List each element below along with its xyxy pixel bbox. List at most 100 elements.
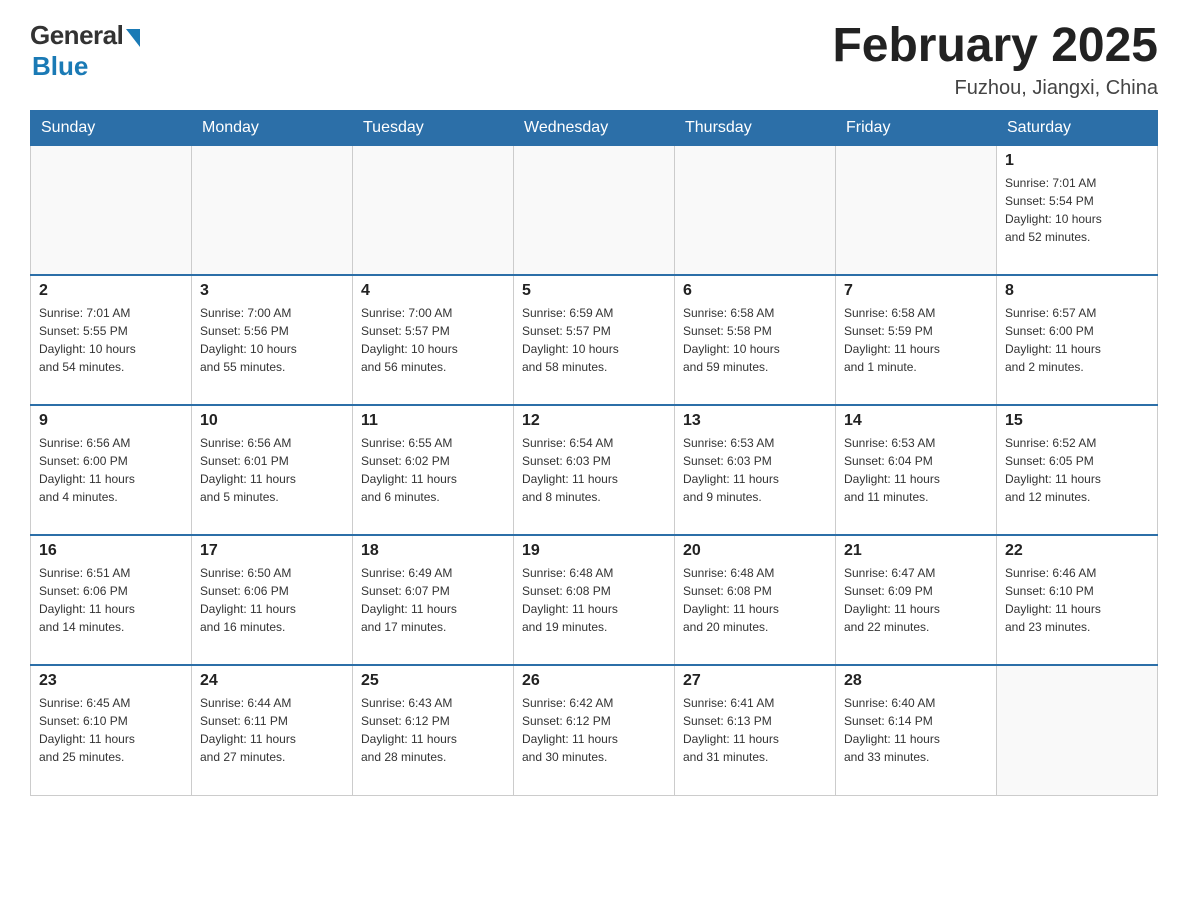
logo-blue-text: Blue <box>32 51 88 82</box>
day-number: 23 <box>39 672 183 690</box>
day-info: Sunrise: 6:40 AM Sunset: 6:14 PM Dayligh… <box>844 694 988 766</box>
calendar-cell <box>675 145 836 275</box>
day-info: Sunrise: 6:56 AM Sunset: 6:00 PM Dayligh… <box>39 434 183 506</box>
day-info: Sunrise: 6:52 AM Sunset: 6:05 PM Dayligh… <box>1005 434 1149 506</box>
day-info: Sunrise: 6:45 AM Sunset: 6:10 PM Dayligh… <box>39 694 183 766</box>
calendar-cell: 9 Sunrise: 6:56 AM Sunset: 6:00 PM Daylig… <box>31 405 192 535</box>
day-info: Sunrise: 6:53 AM Sunset: 6:03 PM Dayligh… <box>683 434 827 506</box>
calendar-week-row: 9 Sunrise: 6:56 AM Sunset: 6:00 PM Daylig… <box>31 405 1158 535</box>
calendar-cell: 24Sunrise: 6:44 AM Sunset: 6:11 PM Dayli… <box>192 665 353 795</box>
day-number: 1 <box>1005 152 1149 170</box>
day-info: Sunrise: 6:48 AM Sunset: 6:08 PM Dayligh… <box>683 564 827 636</box>
location-label: Fuzhou, Jiangxi, China <box>832 77 1158 100</box>
day-info: Sunrise: 6:42 AM Sunset: 6:12 PM Dayligh… <box>522 694 666 766</box>
calendar-cell: 5Sunrise: 6:59 AM Sunset: 5:57 PM Daylig… <box>514 275 675 405</box>
day-number: 18 <box>361 542 505 560</box>
day-info: Sunrise: 6:57 AM Sunset: 6:00 PM Dayligh… <box>1005 304 1149 376</box>
day-number: 14 <box>844 412 988 430</box>
day-info: Sunrise: 6:58 AM Sunset: 5:58 PM Dayligh… <box>683 304 827 376</box>
calendar-cell <box>836 145 997 275</box>
calendar-cell: 10 Sunrise: 6:56 AM Sunset: 6:01 PM Dayli… <box>192 405 353 535</box>
calendar-cell: 28 Sunrise: 6:40 AM Sunset: 6:14 PM Dayli… <box>836 665 997 795</box>
day-info: Sunrise: 6:58 AM Sunset: 5:59 PM Dayligh… <box>844 304 988 376</box>
day-info: Sunrise: 6:53 AM Sunset: 6:04 PM Dayligh… <box>844 434 988 506</box>
calendar-cell: 17Sunrise: 6:50 AM Sunset: 6:06 PM Dayli… <box>192 535 353 665</box>
weekday-header-thursday: Thursday <box>675 110 836 145</box>
day-info: Sunrise: 6:56 AM Sunset: 6:01 PM Dayligh… <box>200 434 344 506</box>
calendar-cell: 16 Sunrise: 6:51 AM Sunset: 6:06 PM Dayli… <box>31 535 192 665</box>
day-number: 21 <box>844 542 988 560</box>
day-info: Sunrise: 6:50 AM Sunset: 6:06 PM Dayligh… <box>200 564 344 636</box>
month-title: February 2025 <box>832 20 1158 73</box>
day-number: 13 <box>683 412 827 430</box>
day-info: Sunrise: 7:01 AM Sunset: 5:55 PM Dayligh… <box>39 304 183 376</box>
calendar-cell: 18Sunrise: 6:49 AM Sunset: 6:07 PM Dayli… <box>353 535 514 665</box>
calendar-cell: 26 Sunrise: 6:42 AM Sunset: 6:12 PM Dayli… <box>514 665 675 795</box>
calendar-cell <box>514 145 675 275</box>
day-number: 15 <box>1005 412 1149 430</box>
calendar-cell: 6 Sunrise: 6:58 AM Sunset: 5:58 PM Daylig… <box>675 275 836 405</box>
calendar-cell: 11 Sunrise: 6:55 AM Sunset: 6:02 PM Dayli… <box>353 405 514 535</box>
day-number: 5 <box>522 282 666 300</box>
calendar-cell <box>353 145 514 275</box>
day-number: 28 <box>844 672 988 690</box>
day-number: 8 <box>1005 282 1149 300</box>
calendar-cell: 20 Sunrise: 6:48 AM Sunset: 6:08 PM Dayli… <box>675 535 836 665</box>
day-number: 25 <box>361 672 505 690</box>
day-number: 9 <box>39 412 183 430</box>
calendar-week-row: 23 Sunrise: 6:45 AM Sunset: 6:10 PM Dayli… <box>31 665 1158 795</box>
day-info: Sunrise: 6:54 AM Sunset: 6:03 PM Dayligh… <box>522 434 666 506</box>
day-number: 12 <box>522 412 666 430</box>
calendar-cell: 14 Sunrise: 6:53 AM Sunset: 6:04 PM Dayli… <box>836 405 997 535</box>
logo-general-text: General <box>30 20 123 51</box>
calendar-cell: 27 Sunrise: 6:41 AM Sunset: 6:13 PM Dayli… <box>675 665 836 795</box>
calendar-cell: 8 Sunrise: 6:57 AM Sunset: 6:00 PM Daylig… <box>997 275 1158 405</box>
calendar-cell: 12 Sunrise: 6:54 AM Sunset: 6:03 PM Dayli… <box>514 405 675 535</box>
calendar-cell: 23 Sunrise: 6:45 AM Sunset: 6:10 PM Dayli… <box>31 665 192 795</box>
day-info: Sunrise: 6:48 AM Sunset: 6:08 PM Dayligh… <box>522 564 666 636</box>
weekday-header-saturday: Saturday <box>997 110 1158 145</box>
calendar-cell: 3Sunrise: 7:00 AM Sunset: 5:56 PM Daylig… <box>192 275 353 405</box>
day-info: Sunrise: 7:01 AM Sunset: 5:54 PM Dayligh… <box>1005 174 1149 246</box>
calendar-cell: 15 Sunrise: 6:52 AM Sunset: 6:05 PM Dayli… <box>997 405 1158 535</box>
calendar-cell: 22 Sunrise: 6:46 AM Sunset: 6:10 PM Dayli… <box>997 535 1158 665</box>
day-info: Sunrise: 6:44 AM Sunset: 6:11 PM Dayligh… <box>200 694 344 766</box>
calendar-week-row: 2 Sunrise: 7:01 AM Sunset: 5:55 PM Daylig… <box>31 275 1158 405</box>
calendar-cell: 25 Sunrise: 6:43 AM Sunset: 6:12 PM Dayli… <box>353 665 514 795</box>
day-info: Sunrise: 6:46 AM Sunset: 6:10 PM Dayligh… <box>1005 564 1149 636</box>
day-info: Sunrise: 6:43 AM Sunset: 6:12 PM Dayligh… <box>361 694 505 766</box>
day-number: 4 <box>361 282 505 300</box>
day-number: 11 <box>361 412 505 430</box>
day-number: 20 <box>683 542 827 560</box>
calendar-cell: 21Sunrise: 6:47 AM Sunset: 6:09 PM Dayli… <box>836 535 997 665</box>
day-number: 7 <box>844 282 988 300</box>
day-info: Sunrise: 6:41 AM Sunset: 6:13 PM Dayligh… <box>683 694 827 766</box>
calendar-cell: 7 Sunrise: 6:58 AM Sunset: 5:59 PM Daylig… <box>836 275 997 405</box>
day-number: 10 <box>200 412 344 430</box>
page-header: General Blue February 2025 Fuzhou, Jiang… <box>30 20 1158 100</box>
calendar-cell: 1 Sunrise: 7:01 AM Sunset: 5:54 PM Daylig… <box>997 145 1158 275</box>
day-number: 6 <box>683 282 827 300</box>
day-number: 2 <box>39 282 183 300</box>
day-info: Sunrise: 7:00 AM Sunset: 5:56 PM Dayligh… <box>200 304 344 376</box>
day-info: Sunrise: 6:55 AM Sunset: 6:02 PM Dayligh… <box>361 434 505 506</box>
day-number: 26 <box>522 672 666 690</box>
weekday-header-friday: Friday <box>836 110 997 145</box>
day-number: 16 <box>39 542 183 560</box>
calendar-cell: 19Sunrise: 6:48 AM Sunset: 6:08 PM Dayli… <box>514 535 675 665</box>
day-info: Sunrise: 6:51 AM Sunset: 6:06 PM Dayligh… <box>39 564 183 636</box>
calendar-cell <box>192 145 353 275</box>
calendar-cell: 13 Sunrise: 6:53 AM Sunset: 6:03 PM Dayli… <box>675 405 836 535</box>
calendar-week-row: 16 Sunrise: 6:51 AM Sunset: 6:06 PM Dayli… <box>31 535 1158 665</box>
weekday-header-wednesday: Wednesday <box>514 110 675 145</box>
day-number: 22 <box>1005 542 1149 560</box>
calendar-cell <box>997 665 1158 795</box>
weekday-header-tuesday: Tuesday <box>353 110 514 145</box>
calendar-table: SundayMondayTuesdayWednesdayThursdayFrid… <box>30 110 1158 796</box>
day-info: Sunrise: 7:00 AM Sunset: 5:57 PM Dayligh… <box>361 304 505 376</box>
calendar-cell <box>31 145 192 275</box>
day-number: 27 <box>683 672 827 690</box>
weekday-header-monday: Monday <box>192 110 353 145</box>
weekday-header-row: SundayMondayTuesdayWednesdayThursdayFrid… <box>31 110 1158 145</box>
logo: General Blue <box>30 20 140 82</box>
